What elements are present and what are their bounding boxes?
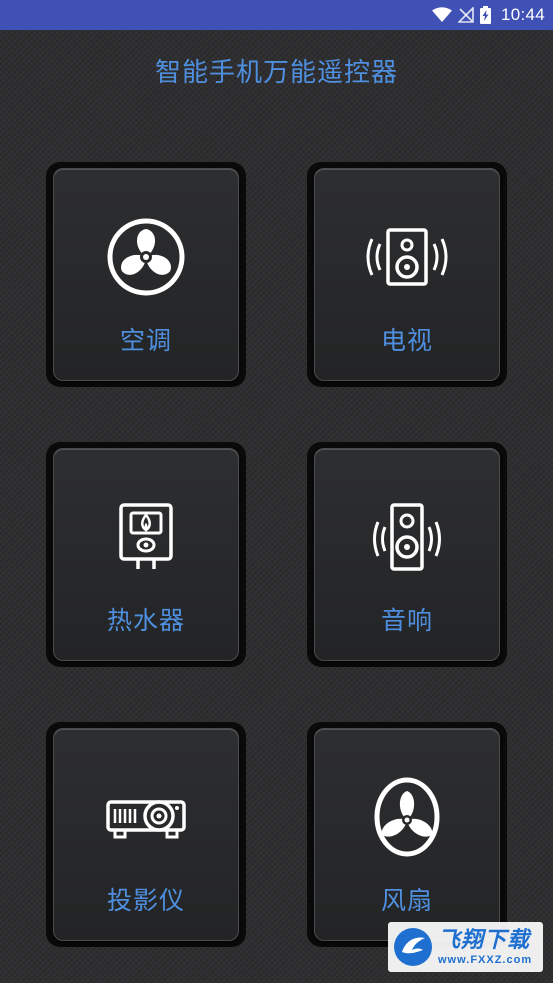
tile-label: 音响	[380, 606, 433, 635]
tile-label: 风扇	[380, 886, 433, 915]
fan-oval-icon	[362, 777, 452, 857]
tile-face: 风扇	[314, 728, 500, 941]
device-tile-audio[interactable]: 音响	[307, 442, 507, 667]
tile-face: 空调	[53, 168, 239, 381]
device-tile-fan[interactable]: 风扇	[307, 722, 507, 947]
tile-label: 电视	[380, 326, 433, 355]
fan-icon	[101, 217, 191, 297]
device-tile-water-heater[interactable]: 热水器	[46, 442, 246, 667]
water-heater-icon	[101, 497, 191, 577]
tile-label: 热水器	[106, 606, 185, 635]
watermark-url: www.FXXZ.com	[438, 953, 533, 966]
projector-icon	[101, 777, 191, 857]
device-tile-tv[interactable]: 电视	[307, 162, 507, 387]
tile-face: 音响	[314, 448, 500, 661]
tile-face: 投影仪	[53, 728, 239, 941]
watermark-logo-icon	[392, 926, 434, 968]
watermark-text: 飞翔下载 www.FXXZ.com	[438, 928, 532, 967]
device-tile-projector[interactable]: 投影仪	[46, 722, 246, 947]
tile-face: 热水器	[53, 448, 239, 661]
tall-speaker-icon	[362, 497, 452, 577]
tile-label: 空调	[119, 326, 172, 355]
device-tile-air-conditioner[interactable]: 空调	[46, 162, 246, 387]
watermark-name: 飞翔下载	[438, 927, 531, 953]
speaker-waves-icon	[362, 217, 452, 297]
device-grid: 空调 电视 热水器 音响 投影仪 风扇	[0, 0, 553, 983]
tile-label: 投影仪	[106, 886, 185, 915]
tile-face: 电视	[314, 168, 500, 381]
watermark: 飞翔下载 www.FXXZ.com	[388, 922, 543, 972]
